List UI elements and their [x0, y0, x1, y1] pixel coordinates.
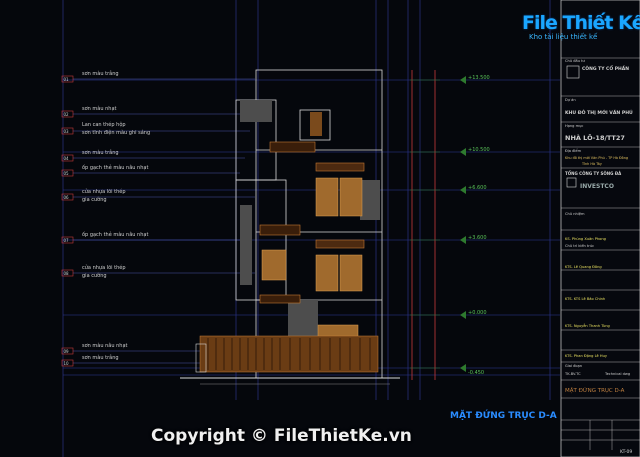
tb-phase: TK.BV.TC [564, 372, 581, 376]
label-10: sơn màu trắng [82, 354, 119, 361]
tb-drafter: KTS. Nguyễn Thanh Tùng [565, 323, 610, 328]
level-3: +6.600 [468, 185, 487, 191]
brand-subtitle: Kho tài liệu thiết kế [529, 33, 598, 41]
label-07: ốp gạch thẻ màu nâu nhạt [82, 231, 148, 238]
tag-07: 07 [64, 238, 70, 243]
label-02: sơn màu nhạt [82, 105, 117, 112]
tag-10: 10 [64, 361, 70, 366]
tag-01: 01 [64, 77, 70, 82]
label-09: sơn màu nâu nhạt [82, 342, 128, 349]
cad-viewport[interactable]: +13.500 +10.500 +6.600 +3.600 +0.000 -0.… [0, 0, 640, 457]
tb-company-logo: INVESTCO [580, 183, 614, 190]
tb-sheet-no: KT-09 [620, 449, 632, 455]
tb-location-label: Địa điểm [565, 148, 582, 153]
tag-04: 04 [64, 156, 70, 161]
label-05: ốp gạch thẻ màu nâu nhạt [82, 164, 148, 171]
level-2: +10.500 [468, 147, 490, 153]
tb-checker: KTS. Phan Đặng Lê Huy [565, 354, 608, 358]
tb-phase-label: Giai đoạn [565, 364, 582, 368]
label-01: sơn màu trắng [82, 70, 119, 77]
tb-item-label: Hạng mục [565, 124, 583, 128]
tb-item: NHÀ LÔ-18/TT27 [565, 133, 625, 142]
elevation-drawing: +13.500 +10.500 +6.600 +3.600 +0.000 -0.… [61, 0, 640, 457]
tb-company: TỔNG CÔNG TY SÔNG ĐÀ [565, 171, 622, 176]
level-6: -0.450 [468, 370, 484, 376]
label-03: Lan can thép hộp [82, 121, 126, 128]
tag-08: 08 [64, 271, 70, 276]
tb-project: KHU ĐÔ THỊ MỚI VĂN PHÚ [565, 109, 633, 116]
label-06b: gia cường [82, 196, 107, 203]
tb-chief: KS. Phùng Xuân Phong [565, 237, 606, 241]
tag-09: 09 [64, 349, 70, 354]
label-03b: sơn tĩnh điện màu ghi sáng [82, 129, 150, 136]
tb-architect-label: Chủ trì kiến trúc [565, 244, 594, 248]
level-4: +3.600 [468, 235, 487, 241]
tb-owner-label: Chủ đầu tư [565, 59, 586, 63]
copyright-watermark: Copyright © FileThietKe.vn [151, 426, 412, 446]
front-gate [199, 335, 379, 373]
tb-province: Tỉnh Hà Tây [581, 162, 602, 166]
tag-03: 03 [64, 129, 70, 134]
tb-sheet-title: MẶT ĐỨNG TRỤC D-A [565, 387, 625, 394]
brand-logo[interactable]: File Thiết Kế.vn [522, 12, 640, 34]
label-06: cửa nhựa lõi thép [82, 188, 126, 195]
drawing-title: MẶT ĐỨNG TRỤC D-A [450, 411, 557, 421]
label-08b: gia cường [82, 272, 107, 279]
tb-location: Khu đô thị mới Văn Phú - TP Hà Đông [565, 156, 628, 160]
tag-06: 06 [64, 195, 70, 200]
tag-02: 02 [64, 112, 70, 117]
tb-architect: KTS. Lê Quang Đông [565, 265, 602, 269]
tb-chief-label: Chủ nhiệm [565, 212, 585, 216]
tb-designer: KTS. KTS Lê Bảo Chinh [565, 297, 605, 301]
tag-05: 05 [64, 171, 70, 176]
level-5: +0.000 [468, 310, 487, 316]
tb-project-label: Dự án [565, 98, 576, 102]
label-04: sơn màu trắng [82, 149, 119, 156]
level-1: +13.500 [468, 75, 490, 81]
label-08: cửa nhựa lõi thép [82, 264, 126, 271]
tb-phase-en: Technical dwg [604, 372, 630, 376]
